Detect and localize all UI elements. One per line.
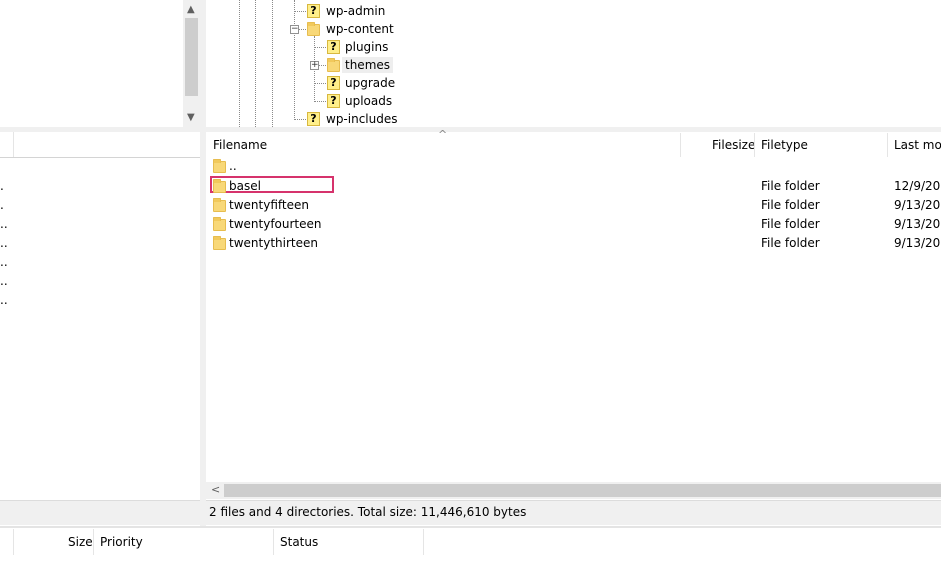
local-list-item[interactable]: . [0,179,4,193]
column-separator[interactable] [13,529,14,555]
tree-item-uploads[interactable]: uploads [345,94,392,108]
folder-icon [213,179,226,193]
queue-header-priority[interactable]: Priority [100,535,143,549]
tree-item-wp-admin[interactable]: wp-admin [326,4,385,18]
local-list-item[interactable]: .. [0,236,8,250]
file-row-name[interactable]: twentyfourteen [229,217,322,231]
file-row-name[interactable]: twentyfifteen [229,198,309,212]
tree-connector [314,101,326,102]
tree-guide-line [272,0,273,127]
folder-icon [327,58,340,72]
file-row-type: File folder [761,179,820,193]
file-row-type: File folder [761,198,820,212]
column-separator[interactable] [93,529,94,555]
tree-item-wp-content[interactable]: wp-content [326,22,394,36]
tree-item-plugins[interactable]: plugins [345,40,388,54]
file-row-name[interactable]: twentythirteen [229,236,318,250]
tree-connector [299,29,306,30]
local-list-pane[interactable] [0,132,200,500]
folder-icon [213,198,226,212]
tree-connector [314,83,326,84]
scroll-left-arrow[interactable]: < [211,484,220,495]
local-list-item[interactable]: .. [0,217,8,231]
local-status-bar [0,500,200,525]
queue-header-size[interactable]: Size [68,535,93,549]
local-list-item[interactable]: . [0,198,4,212]
tree-guide-line [294,0,295,120]
question-folder-icon: ? [327,94,340,108]
scroll-down-arrow[interactable]: ▼ [187,113,195,123]
scroll-up-arrow[interactable]: ▲ [187,5,195,15]
question-folder-icon: ? [327,76,340,90]
file-row-type: File folder [761,217,820,231]
column-separator[interactable] [754,133,755,157]
column-separator[interactable] [273,529,274,555]
file-row-type: File folder [761,236,820,250]
tree-item-wp-includes[interactable]: wp-includes [326,112,398,126]
tree-item-themes[interactable]: themes [342,57,394,73]
queue-header-status[interactable]: Status [280,535,318,549]
column-separator[interactable] [423,529,424,555]
local-tree-pane[interactable] [0,0,200,127]
tree-connector [294,11,306,12]
file-row-name[interactable]: .. [229,159,237,173]
remote-tree-pane[interactable]: ? wp-admin − wp-content ? plugins + them… [206,0,941,127]
tree-guide-line [239,0,240,127]
expand-icon[interactable]: + [310,61,319,70]
question-folder-icon: ? [307,4,320,18]
tree-connector [314,47,326,48]
folder-icon [307,22,320,36]
local-list-header-border [0,157,200,158]
column-separator[interactable] [13,132,14,157]
column-header-filetype[interactable]: Filetype [761,138,808,152]
column-separator[interactable] [887,133,888,157]
column-header-filesize[interactable]: Filesize [712,138,755,152]
local-list-item[interactable]: .. [0,255,8,269]
collapse-icon[interactable]: − [290,25,299,34]
column-separator[interactable] [680,133,681,157]
folder-icon [213,236,226,250]
file-row-date: 12/9/201 [894,179,941,193]
local-list-item[interactable]: .. [0,293,8,307]
column-header-last-modified[interactable]: Last mod [894,138,941,152]
tree-guide-line [255,0,256,127]
question-folder-icon: ? [307,112,320,126]
folder-icon [213,217,226,231]
sort-caret-icon: ^ [438,128,448,141]
tree-connector [319,65,326,66]
file-row-date: 9/13/201 [894,217,941,231]
file-row-date: 9/13/201 [894,236,941,250]
column-header-filename[interactable]: Filename [213,138,267,152]
folder-icon [213,159,226,173]
file-row-name[interactable]: basel [229,179,261,193]
file-list-scroll-thumb[interactable] [224,484,941,497]
question-folder-icon: ? [327,40,340,54]
file-row-date: 9/13/201 [894,198,941,212]
local-list-item[interactable]: .. [0,274,8,288]
tree-item-upgrade[interactable]: upgrade [345,76,395,90]
tree-connector [294,119,306,120]
local-tree-scroll-thumb[interactable] [185,18,198,96]
directory-summary: 2 files and 4 directories. Total size: 1… [209,505,527,519]
